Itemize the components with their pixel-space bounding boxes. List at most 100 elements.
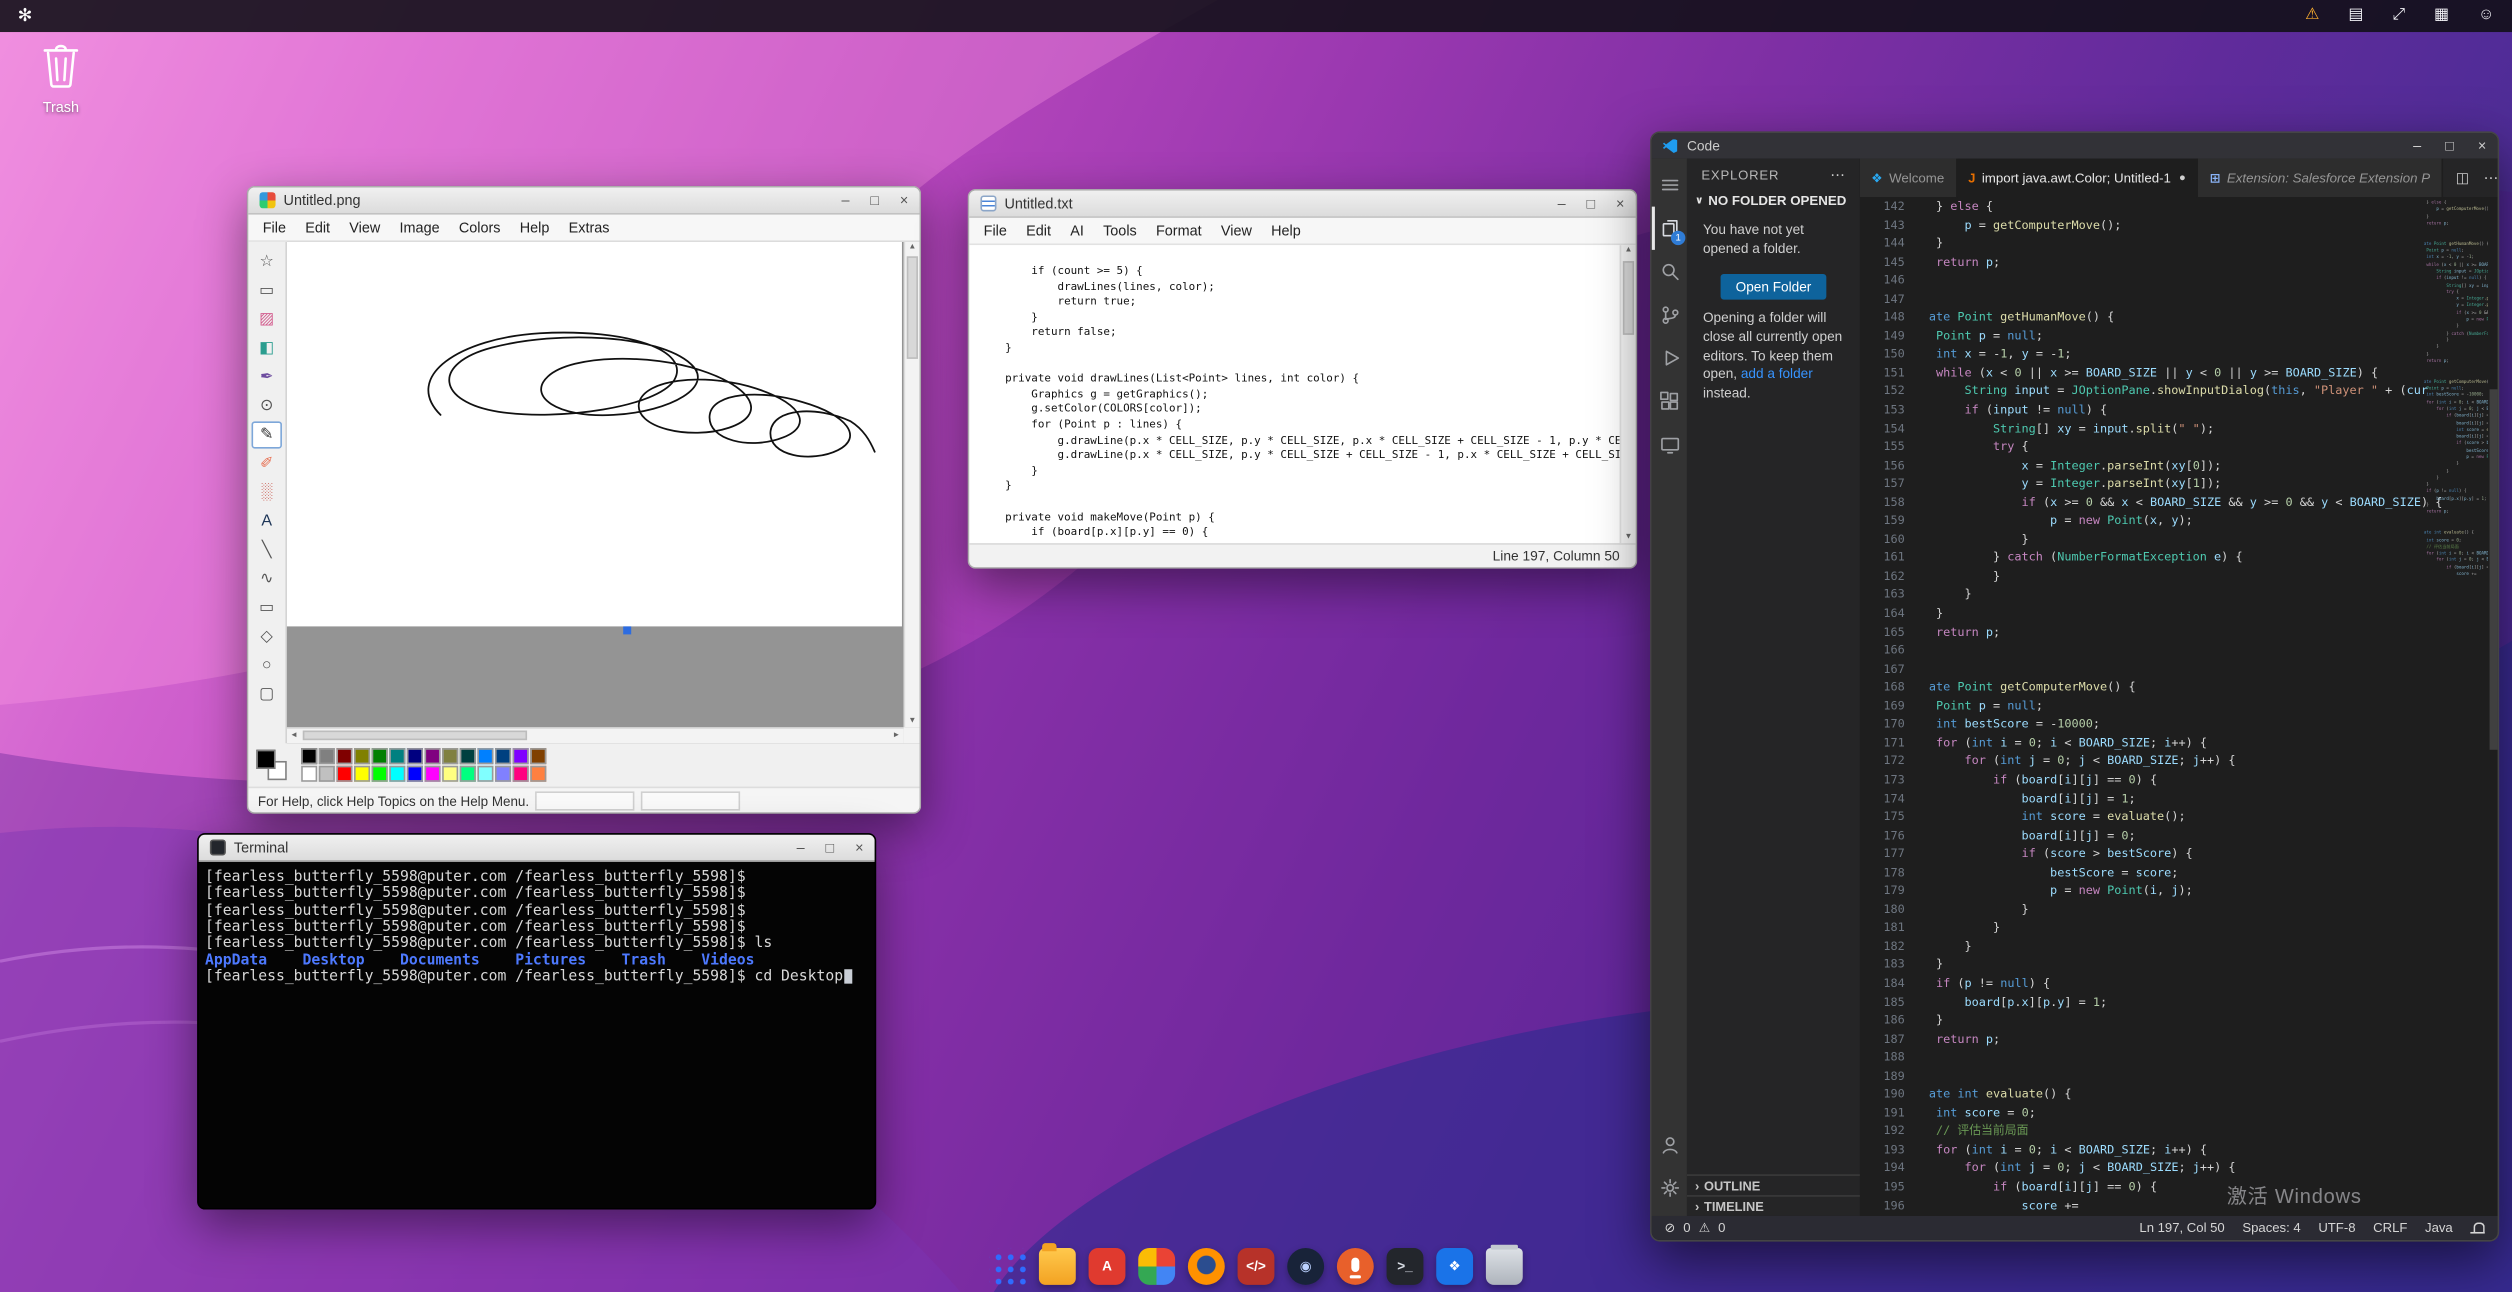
search-icon[interactable] <box>1652 250 1687 293</box>
line-tool[interactable]: ╲ <box>252 537 282 564</box>
line-numbers-gutter[interactable]: 1421431441451461471481491501511521531541… <box>1860 197 1914 1216</box>
paint-vertical-scrollbar[interactable]: ▲ ▼ <box>904 242 920 727</box>
scroll-down-icon[interactable]: ▼ <box>908 718 916 726</box>
vscode-maximize-button[interactable]: □ <box>2445 139 2454 153</box>
taskbar-trash-icon[interactable] <box>1486 1248 1523 1285</box>
color-swatch[interactable] <box>495 766 511 782</box>
eraser-tool[interactable]: ▨ <box>252 306 282 333</box>
tab-welcome[interactable]: ❖Welcome <box>1860 159 1957 197</box>
color-swatch[interactable] <box>425 748 441 764</box>
notifications-bell-icon[interactable] <box>2470 1221 2484 1235</box>
open-folder-button[interactable]: Open Folder <box>1721 274 1827 300</box>
editor-actions-icon[interactable]: ⋯ <box>2484 169 2498 187</box>
paint-menu-image[interactable]: Image <box>390 216 449 238</box>
vscode-title-bar[interactable]: Code – □ × <box>1652 133 2498 159</box>
color-swatch[interactable] <box>372 748 388 764</box>
color-swatch[interactable] <box>442 766 458 782</box>
app-center-icon[interactable]: A <box>1089 1248 1126 1285</box>
timeline-section[interactable]: › TIMELINE <box>1687 1195 1860 1216</box>
tab-untitled-1[interactable]: Jimport java.awt.Color; Untitled-1● <box>1957 159 2198 197</box>
paint-horizontal-scrollbar[interactable]: ◄ ► <box>287 727 904 743</box>
menu-icon[interactable] <box>1652 163 1687 206</box>
canvas-resize-handle[interactable] <box>623 626 631 634</box>
colors-app-icon[interactable] <box>1138 1248 1175 1285</box>
run-debug-icon[interactable] <box>1652 336 1687 379</box>
paint-menu-edit[interactable]: Edit <box>296 216 340 238</box>
color-swatch[interactable] <box>460 748 476 764</box>
fill-with-color-tool[interactable]: ◧ <box>252 335 282 362</box>
notepad-menu-ai[interactable]: AI <box>1061 219 1094 241</box>
color-swatch[interactable] <box>460 766 476 782</box>
notepad-title-bar[interactable]: Untitled.txt – □ × <box>969 191 1635 218</box>
no-folder-opened-section[interactable]: ∨ NO FOLDER OPENED <box>1687 189 1860 211</box>
notepad-menu-help[interactable]: Help <box>1262 219 1311 241</box>
panel-icon[interactable]: ▤ <box>2348 8 2363 24</box>
split-editor-icon[interactable]: ◫ <box>2456 169 2470 187</box>
color-swatch[interactable] <box>354 766 370 782</box>
color-swatch[interactable] <box>354 748 370 764</box>
remote-explorer-icon[interactable] <box>1652 423 1687 466</box>
terminal-close-button[interactable]: × <box>855 840 863 854</box>
color-swatch[interactable] <box>301 748 317 764</box>
color-swatch[interactable] <box>389 748 405 764</box>
notepad-menu-file[interactable]: File <box>974 219 1016 241</box>
color-swatch[interactable] <box>425 766 441 782</box>
game-app-icon[interactable]: ◉ <box>1287 1248 1324 1285</box>
notepad-maximize-button[interactable]: □ <box>1586 196 1595 210</box>
recorder-icon[interactable] <box>1337 1248 1374 1285</box>
free-form-select-tool[interactable]: ☆ <box>252 248 282 275</box>
notepad-close-button[interactable]: × <box>1616 196 1624 210</box>
encoding[interactable]: UTF-8 <box>2318 1221 2355 1235</box>
apps-grid-icon[interactable]: ▦ <box>2434 8 2449 24</box>
terminal-output[interactable]: [fearless_butterfly_5598@puter.com /fear… <box>199 862 875 1208</box>
foreground-background-colors[interactable] <box>255 747 290 782</box>
scroll-down-icon[interactable]: ▼ <box>1624 533 1632 541</box>
terminal-title-bar[interactable]: Terminal – □ × <box>199 835 875 862</box>
color-swatch[interactable] <box>513 748 529 764</box>
paint-maximize-button[interactable]: □ <box>870 193 879 207</box>
color-swatch[interactable] <box>336 748 352 764</box>
notepad-scrollbar[interactable]: ▲ ▼ <box>1620 245 1636 543</box>
add-folder-link[interactable]: add a folder <box>1741 366 1813 382</box>
problems-indicator[interactable]: ⊘ 0 ⚠ 0 <box>1665 1221 1726 1235</box>
tab-extension-salesforce[interactable]: ⊞Extension: Salesforce Extension P <box>2199 159 2443 197</box>
paint-menu-extras[interactable]: Extras <box>559 216 619 238</box>
polygon-tool[interactable]: ◇ <box>252 623 282 650</box>
color-swatch[interactable] <box>301 766 317 782</box>
color-swatch[interactable] <box>319 766 335 782</box>
code-text[interactable]: } else { p = getComputerMove(); } return… <box>1914 197 2497 1216</box>
paint-menu-file[interactable]: File <box>253 216 295 238</box>
notepad-menu-view[interactable]: View <box>1211 219 1261 241</box>
color-swatch[interactable] <box>407 748 423 764</box>
explorer-more-actions-icon[interactable]: ⋯ <box>1830 167 1845 185</box>
scroll-up-icon[interactable]: ▲ <box>1624 247 1632 255</box>
notepad-text-area[interactable]: if (count >= 5) { drawLines(lines, color… <box>969 245 1619 543</box>
settings-gear-icon[interactable] <box>1652 1166 1687 1209</box>
paint-close-button[interactable]: × <box>900 193 908 207</box>
source-control-icon[interactable] <box>1652 293 1687 336</box>
cursor-position[interactable]: Ln 197, Col 50 <box>2139 1221 2224 1235</box>
minimap[interactable]: } else { p = getComputerMove(); } return… <box>2424 200 2488 601</box>
browser-icon[interactable] <box>1188 1248 1225 1285</box>
notepad-scroll-thumb[interactable] <box>1623 261 1634 335</box>
eol-sequence[interactable]: CRLF <box>2373 1221 2407 1235</box>
curve-tool[interactable]: ∿ <box>252 566 282 593</box>
rounded-rectangle-tool[interactable]: ▢ <box>252 681 282 708</box>
paint-canvas[interactable] <box>287 242 902 626</box>
color-swatch[interactable] <box>495 748 511 764</box>
color-swatch[interactable] <box>442 748 458 764</box>
notepad-menu-tools[interactable]: Tools <box>1093 219 1146 241</box>
editor-scroll-thumb[interactable] <box>2490 389 2498 749</box>
color-swatch[interactable] <box>389 766 405 782</box>
os-logo-icon[interactable]: ✻ <box>18 7 33 25</box>
code-editor[interactable]: 1421431441451461471481491501511521531541… <box>1860 197 2498 1216</box>
color-swatch[interactable] <box>477 766 493 782</box>
paint-menu-help[interactable]: Help <box>510 216 559 238</box>
color-swatch[interactable] <box>319 748 335 764</box>
outline-section[interactable]: › OUTLINE <box>1687 1174 1860 1195</box>
editor-scrollbar[interactable] <box>2490 197 2498 1216</box>
vscode-minimize-button[interactable]: – <box>2413 139 2421 153</box>
vertical-scroll-thumb[interactable] <box>907 256 918 359</box>
magnifier-tool[interactable]: ⊙ <box>252 392 282 419</box>
fullscreen-icon[interactable]: ⤢ <box>2392 8 2405 24</box>
